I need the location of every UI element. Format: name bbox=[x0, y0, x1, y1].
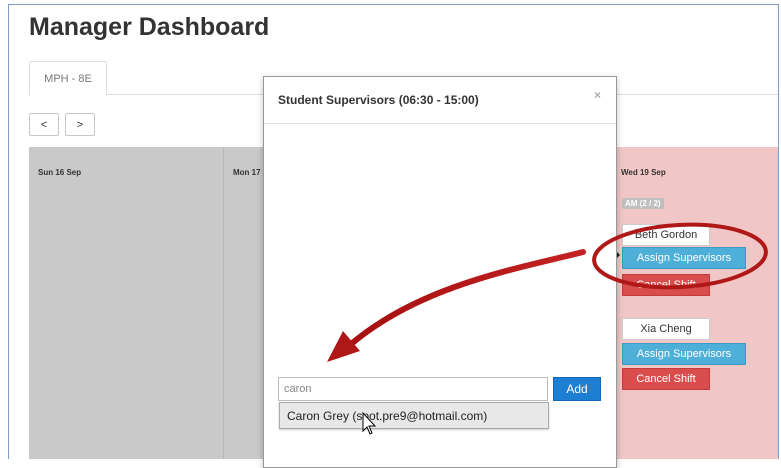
add-button[interactable]: Add bbox=[553, 377, 601, 401]
assign-supervisors-button[interactable]: Assign Supervisors bbox=[622, 343, 746, 365]
tab-mph-8e[interactable]: MPH - 8E bbox=[29, 61, 107, 96]
modal-title: Student Supervisors (06:30 - 15:00) bbox=[278, 93, 479, 107]
next-week-button[interactable]: > bbox=[65, 113, 95, 136]
prev-week-button[interactable]: < bbox=[29, 113, 59, 136]
supervisor-beth-gordon[interactable]: Beth Gordon bbox=[622, 224, 710, 246]
cancel-shift-button[interactable]: Cancel Shift bbox=[622, 368, 710, 390]
cancel-shift-button[interactable]: Cancel Shift bbox=[622, 274, 710, 296]
day-column-sun: Sun 16 Sep bbox=[29, 147, 224, 459]
am-shift-badge: AM (2 / 2) bbox=[622, 198, 664, 209]
supervisor-search-input[interactable] bbox=[278, 377, 548, 401]
autocomplete-suggestion[interactable]: Caron Grey (spot.pre9@hotmail.com) bbox=[279, 402, 549, 429]
student-supervisors-modal: Student Supervisors (06:30 - 15:00) × Ad… bbox=[263, 76, 617, 468]
assign-supervisors-button[interactable]: Assign Supervisors bbox=[622, 247, 746, 269]
supervisor-xia-cheng[interactable]: Xia Cheng bbox=[622, 318, 710, 340]
day-label: Mon 17 bbox=[233, 168, 261, 177]
day-column-wed: Wed 19 Sep AM (2 / 2) Beth Gordon Assign… bbox=[612, 147, 778, 459]
page-title: Manager Dashboard bbox=[29, 13, 270, 41]
day-label: Wed 19 Sep bbox=[621, 168, 666, 177]
day-label: Sun 16 Sep bbox=[38, 168, 82, 177]
close-icon[interactable]: × bbox=[594, 88, 601, 102]
modal-header: Student Supervisors (06:30 - 15:00) × bbox=[264, 77, 616, 124]
